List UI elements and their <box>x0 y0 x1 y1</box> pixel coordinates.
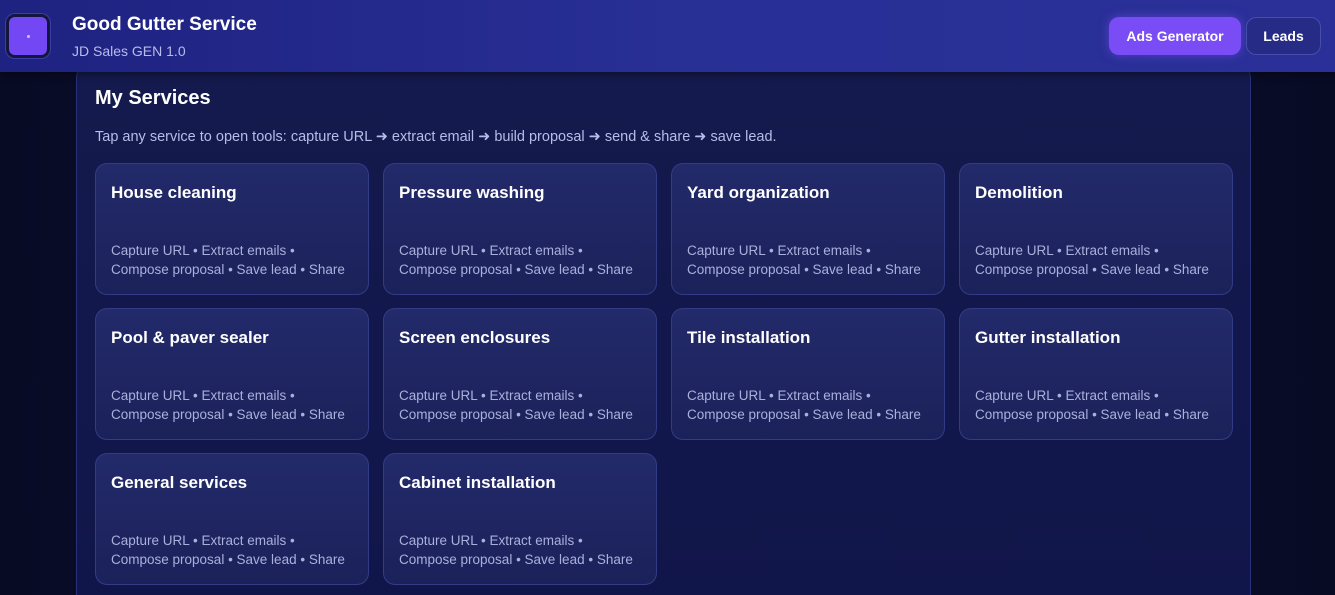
service-tools-line-2: Compose proposal • Save lead • Share <box>111 262 345 277</box>
service-title: Tile installation <box>687 328 811 347</box>
service-card-general-services[interactable]: General services Capture URL • Extract e… <box>95 453 369 585</box>
service-tools-line-1: Capture URL • Extract emails • <box>687 243 871 258</box>
service-card-pressure-washing[interactable]: Pressure washing Capture URL • Extract e… <box>383 163 657 295</box>
service-card-gutter-installation[interactable]: Gutter installation Capture URL • Extrac… <box>959 308 1233 440</box>
logo-dot <box>27 35 30 38</box>
ads-generator-button[interactable]: Ads Generator <box>1109 17 1241 55</box>
panel-description: Tap any service to open tools: capture U… <box>95 129 777 145</box>
service-tools-line-2: Compose proposal • Save lead • Share <box>399 552 633 567</box>
app-title: Good Gutter Service <box>72 14 257 35</box>
service-card-tile-installation[interactable]: Tile installation Capture URL • Extract … <box>671 308 945 440</box>
service-tools-line-1: Capture URL • Extract emails • <box>111 388 295 403</box>
service-title: Yard organization <box>687 183 830 202</box>
service-tools-line-1: Capture URL • Extract emails • <box>111 533 295 548</box>
app-subtitle: JD Sales GEN 1.0 <box>72 43 186 59</box>
service-card-house-cleaning[interactable]: House cleaning Capture URL • Extract ema… <box>95 163 369 295</box>
service-tools-line-2: Compose proposal • Save lead • Share <box>111 552 345 567</box>
service-tools-line-2: Compose proposal • Save lead • Share <box>399 262 633 277</box>
service-title: Pressure washing <box>399 183 545 202</box>
service-tools-line-2: Compose proposal • Save lead • Share <box>687 262 921 277</box>
service-tools-line-1: Capture URL • Extract emails • <box>399 243 583 258</box>
service-tools-line-1: Capture URL • Extract emails • <box>975 243 1159 258</box>
service-tools-line-1: Capture URL • Extract emails • <box>975 388 1159 403</box>
app-logo-icon <box>6 14 50 58</box>
service-tools-line-1: Capture URL • Extract emails • <box>111 243 295 258</box>
service-tools-line-1: Capture URL • Extract emails • <box>399 533 583 548</box>
leads-button[interactable]: Leads <box>1246 17 1321 55</box>
panel-title: My Services <box>95 87 211 109</box>
service-tools-line-2: Compose proposal • Save lead • Share <box>975 262 1209 277</box>
service-title: Gutter installation <box>975 328 1121 347</box>
service-title: General services <box>111 473 248 492</box>
service-card-cabinet-installation[interactable]: Cabinet installation Capture URL • Extra… <box>383 453 657 585</box>
service-tools-line-2: Compose proposal • Save lead • Share <box>975 407 1209 422</box>
service-title: House cleaning <box>111 183 237 202</box>
service-tools-line-2: Compose proposal • Save lead • Share <box>111 407 345 422</box>
service-card-pool-paver-sealer[interactable]: Pool & paver sealer Capture URL • Extrac… <box>95 308 369 440</box>
service-title: Screen enclosures <box>399 328 551 347</box>
service-tools-line-2: Compose proposal • Save lead • Share <box>687 407 921 422</box>
service-title: Demolition <box>975 183 1063 202</box>
service-tools-line-2: Compose proposal • Save lead • Share <box>399 407 633 422</box>
service-card-screen-enclosures[interactable]: Screen enclosures Capture URL • Extract … <box>383 308 657 440</box>
service-tools-line-1: Capture URL • Extract emails • <box>687 388 871 403</box>
service-card-yard-organization[interactable]: Yard organization Capture URL • Extract … <box>671 163 945 295</box>
service-title: Cabinet installation <box>399 473 556 492</box>
service-tools-line-1: Capture URL • Extract emails • <box>399 388 583 403</box>
service-title: Pool & paver sealer <box>111 328 269 347</box>
service-card-demolition[interactable]: Demolition Capture URL • Extract emails … <box>959 163 1233 295</box>
top-bar: Good Gutter Service JD Sales GEN 1.0 Ads… <box>0 0 1335 72</box>
